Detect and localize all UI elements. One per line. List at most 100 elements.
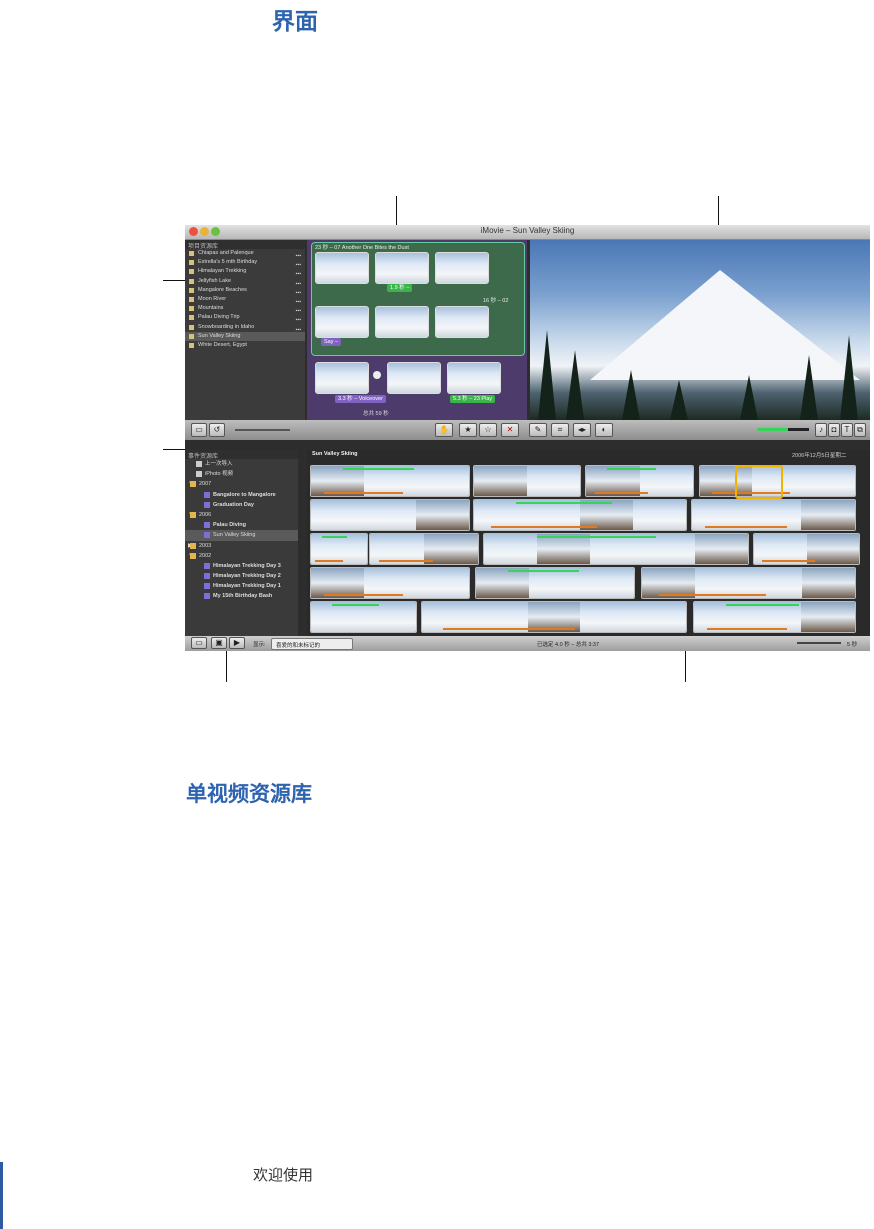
bottom-bar: ▭ ▣ ▶ 显示: 喜爱的和未标记的 已选定 4.0 秒 – 总共 3:37 5…	[185, 636, 870, 651]
project-item[interactable]: White Desert, Egypt	[185, 341, 305, 350]
window-title: iMovie – Sun Valley Skiing	[480, 226, 575, 235]
event-filmstrip[interactable]	[473, 499, 687, 531]
unmark-button[interactable]: ☆	[479, 423, 497, 437]
project-item[interactable]: Mangalore Beaches ▪▪▪	[185, 286, 305, 296]
event-item[interactable]: ▼2002	[185, 551, 298, 561]
favorite-marker	[342, 468, 414, 470]
selection-box[interactable]	[735, 465, 783, 499]
event-label: 上一次导入	[205, 461, 233, 467]
event-label: Sun Valley Skiing	[213, 532, 256, 539]
project-clip[interactable]	[435, 252, 489, 284]
photo-browser-button[interactable]: ◘	[828, 423, 840, 437]
project-clip[interactable]	[387, 362, 441, 394]
video-frame	[642, 534, 697, 564]
audio-meter	[757, 428, 809, 431]
project-item[interactable]: Sun Valley Skiing	[185, 331, 305, 341]
event-filmstrip[interactable]	[421, 601, 687, 633]
project-item[interactable]: Himalayan Trekking ▪▪▪	[185, 267, 305, 277]
project-clip[interactable]	[447, 362, 501, 394]
event-library: 事件资源库 上一次导入 iPhoto 视频▼2007 Bangalore to Ma…	[185, 450, 298, 636]
music-label: 5.3 秒 – 23 Play	[450, 395, 496, 403]
crop-button[interactable]: ⌗	[551, 423, 569, 437]
event-filmstrip[interactable]	[693, 601, 856, 633]
event-filmstrip[interactable]	[310, 465, 470, 497]
project-item[interactable]: Estrella's 5 mth Birthday ▪▪▪	[185, 258, 305, 268]
project-clip[interactable]	[315, 252, 369, 284]
project-icon	[189, 278, 194, 284]
event-item[interactable]: Himalayan Trekking Day 3	[185, 561, 298, 571]
project-item[interactable]: Jellyfish Lake ▪▪▪	[185, 277, 305, 287]
event-item[interactable]: iPhoto 视频	[185, 469, 298, 479]
tree	[566, 350, 584, 420]
project-clip[interactable]	[315, 306, 369, 338]
project-item[interactable]: Snowboarding in Idaho ▪▪▪	[185, 323, 305, 333]
event-item[interactable]: Bangalore to Mangalore	[185, 490, 298, 500]
event-item[interactable]: Palau Diving	[185, 520, 298, 530]
project-clip[interactable]	[375, 252, 429, 284]
project-clip[interactable]	[435, 306, 489, 338]
event-filmstrip[interactable]	[369, 533, 479, 565]
audio-adjust-button[interactable]: ◂▸	[573, 423, 591, 437]
transition-browser-button[interactable]: ⧉	[854, 423, 866, 437]
event-item[interactable]: Sun Valley Skiing	[185, 530, 298, 541]
event-filmstrip[interactable]	[310, 567, 470, 599]
page-margin-bar	[0, 1162, 3, 1229]
event-item[interactable]: ▼2006	[185, 510, 298, 520]
play-fullscreen-button[interactable]: ▣	[211, 637, 227, 649]
event-filmstrip[interactable]	[641, 567, 856, 599]
zoom-slider[interactable]	[797, 642, 841, 644]
project-clip[interactable]	[315, 362, 369, 394]
event-item[interactable]: ▼2007	[185, 479, 298, 489]
music-browser-button[interactable]: ♪	[815, 423, 827, 437]
event-item[interactable]: 上一次导入	[185, 459, 298, 469]
event-filmstrip[interactable]	[691, 499, 856, 531]
video-frame	[633, 602, 686, 632]
event-filmstrip[interactable]	[475, 567, 635, 599]
video-frame	[311, 500, 365, 530]
event-filmstrip[interactable]	[310, 601, 417, 633]
event-filmstrip[interactable]	[483, 533, 749, 565]
event-label: Himalayan Trekking Day 3	[213, 562, 281, 569]
play-button[interactable]: ▶	[229, 637, 245, 649]
event-item[interactable]: Himalayan Trekking Day 1	[185, 581, 298, 591]
event-filmstrip[interactable]	[310, 499, 470, 531]
video-adjust-button[interactable]: ◐	[595, 423, 613, 437]
video-frame	[536, 534, 591, 564]
event-item[interactable]: Graduation Day	[185, 500, 298, 510]
keyword-tool-button[interactable]: ✎	[529, 423, 547, 437]
used-clip-marker	[378, 560, 433, 562]
event-filmstrip[interactable]	[753, 533, 860, 565]
favorite-button[interactable]: ★	[459, 423, 477, 437]
title-browser-button[interactable]: T	[841, 423, 853, 437]
swap-view-button[interactable]: ▭	[191, 423, 207, 437]
used-clip-marker	[762, 560, 815, 562]
used-clip-marker	[705, 526, 787, 528]
project-clip[interactable]	[375, 306, 429, 338]
thumbnail-size-slider[interactable]	[235, 429, 290, 431]
event-browser: Sun Valley Skiing 2006年12月5日星期二	[307, 450, 870, 636]
reject-button[interactable]: ✕	[501, 423, 519, 437]
event-item[interactable]: ▶2003	[185, 541, 298, 551]
video-frame	[363, 500, 418, 530]
event-filmstrip[interactable]	[473, 465, 581, 497]
show-popup[interactable]: 喜爱的和未标记的	[271, 638, 353, 650]
event-view-button[interactable]: ▭	[191, 637, 207, 649]
camera-import-button[interactable]: ↺	[209, 423, 225, 437]
project-item[interactable]: Moon River ▪▪▪	[185, 295, 305, 305]
event-item[interactable]: My 15th Birthday Bash	[185, 591, 298, 601]
project-item[interactable]: Mountains ▪▪▪	[185, 304, 305, 314]
clip-label-say: Say –	[321, 338, 342, 346]
project-item[interactable]: Palau Diving Trip ▪▪▪	[185, 313, 305, 323]
project-item[interactable]: Chiapas and Palenque ▪▪▪	[185, 249, 305, 259]
used-clip-marker	[323, 594, 403, 596]
event-library-header: 事件资源库	[185, 450, 298, 460]
heading-single-library: 单视频资源库	[186, 782, 312, 806]
event-item[interactable]: Himalayan Trekking Day 2	[185, 571, 298, 581]
hand-tool-button[interactable]: ✋	[435, 423, 453, 437]
project-library: 项目资源库 Chiapas and Palenque ▪▪▪ Estrella's …	[185, 240, 305, 420]
event-filmstrip[interactable]	[585, 465, 694, 497]
transition-icon[interactable]	[373, 371, 381, 379]
used-clip-marker	[323, 492, 403, 494]
video-frame	[633, 500, 686, 530]
event-filmstrip[interactable]	[310, 533, 368, 565]
